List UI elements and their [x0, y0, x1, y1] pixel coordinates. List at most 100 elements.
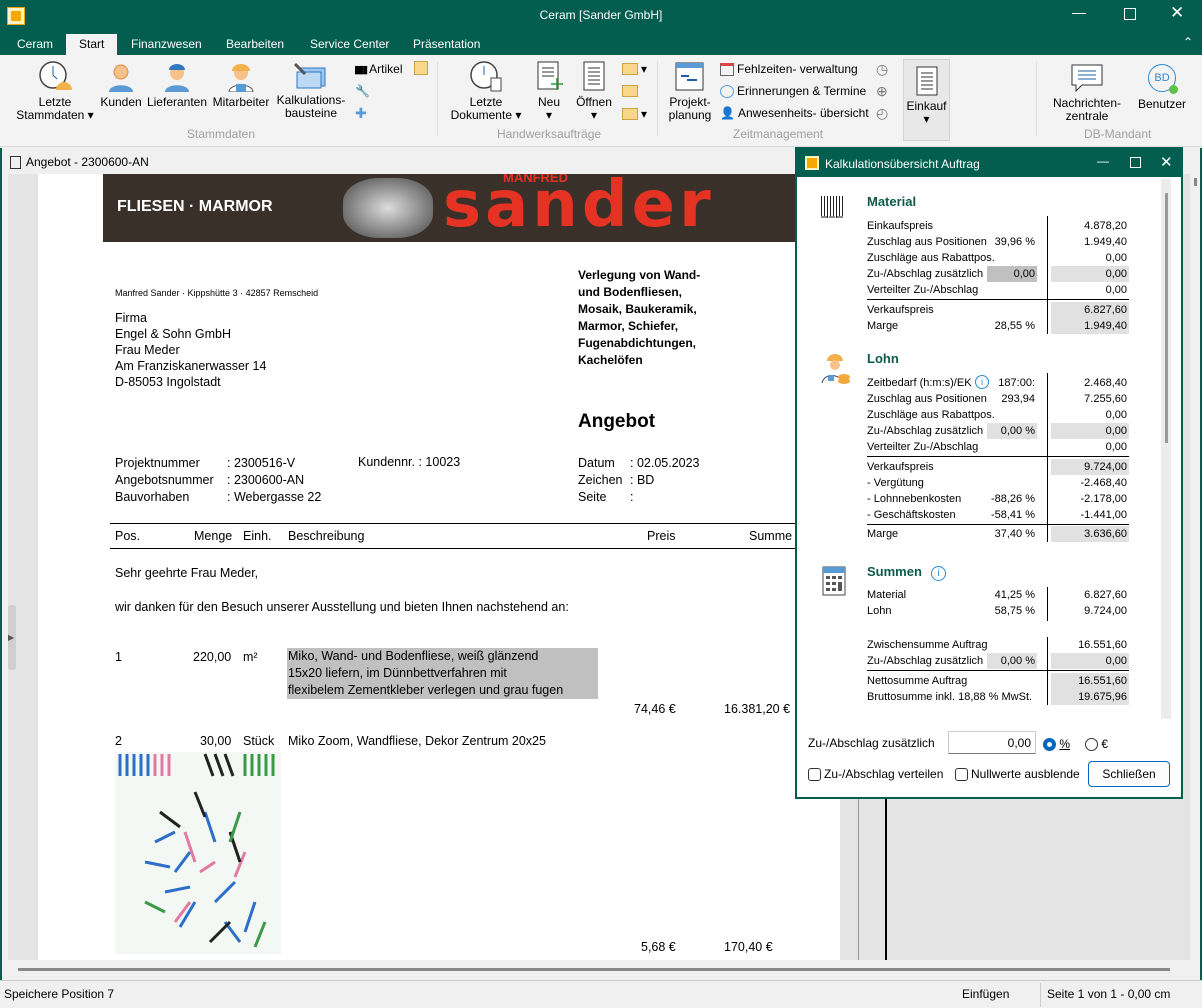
dialog-close-button[interactable]: ✕	[1160, 153, 1173, 171]
app-logo-icon	[805, 156, 819, 170]
folder-search-button[interactable]: ▾	[622, 107, 647, 121]
clock-calendar-icon[interactable]: ◴	[876, 105, 888, 122]
clock-icon[interactable]: ◷	[876, 61, 888, 78]
benutzer-button[interactable]: BD Benutzer	[1134, 64, 1190, 111]
calc-row: Bruttosumme inkl. 18,88 % MwSt. 19.675,96	[867, 689, 1129, 705]
radio-percent[interactable]: %	[1043, 737, 1070, 752]
calc-label: Marge	[867, 528, 899, 540]
nachrichtenzentrale-button[interactable]: Nachrichten-zentrale	[1048, 63, 1126, 123]
oeffnen-button[interactable]: Öffnen ▾	[574, 60, 614, 122]
kunden-button[interactable]: Kunden	[98, 62, 144, 109]
description-line: 15x20 liefern, im Dünnbettverfahren mit	[288, 666, 507, 680]
recipient-address: Firma Engel & Sohn GmbH Frau Meder Am Fr…	[115, 310, 266, 390]
kundennr: Kundennr. : 10023	[358, 455, 461, 469]
label: Benutzer	[1137, 97, 1187, 111]
calc-label: Zu-/Abschlag zusätzlich	[867, 655, 984, 667]
row-divider	[867, 670, 1129, 671]
adjustment-input[interactable]	[948, 731, 1036, 754]
radio-selected-icon	[1043, 738, 1056, 752]
item-menge: 220,00	[193, 650, 232, 664]
kalkulationsbausteine-button[interactable]: Kalkulations-bausteine	[272, 60, 350, 120]
checkbox-verteilen[interactable]: Zu-/Abschlag verteilen	[808, 767, 943, 782]
customer-icon	[109, 64, 133, 92]
dialog-minimize-button[interactable]: —	[1097, 154, 1109, 168]
calc-label: Zu-/Abschlag zusätzlich	[867, 425, 984, 437]
calc-value: 9.724,00	[1084, 605, 1127, 617]
item-description: Miko Zoom, Wandfliese, Dekor Zentrum 20x…	[288, 734, 546, 748]
person-icon: 👤	[720, 106, 735, 120]
calc-percent: 0,00 %	[987, 423, 1037, 439]
meta-value: : BD	[630, 473, 655, 487]
meta-value: : 2300516-V	[227, 456, 296, 470]
einkauf-button[interactable]: Einkauf ▾	[903, 59, 950, 141]
letzte-stammdaten-button[interactable]: Letzte Stammdaten ▾	[10, 60, 100, 122]
import-folder-button[interactable]: ▾	[622, 62, 647, 76]
calc-percent: 0,00	[987, 266, 1037, 282]
calc-row: Marge 28,55 % 1.949,40	[867, 318, 1129, 334]
item-description[interactable]: Miko, Wand- und Bodenfliese, weiß glänze…	[287, 648, 598, 699]
item-preis: 74,46 €	[634, 702, 676, 716]
letzte-dokumente-button[interactable]: Letzte Dokumente ▾	[448, 60, 524, 122]
document-page[interactable]: FLIESEN · MARMOR MANFRED sander Manfred …	[38, 174, 840, 960]
erinnerungen-button[interactable]: Erinnerungen & Termine	[720, 84, 866, 98]
scrollbar-thumb[interactable]	[1164, 193, 1168, 443]
neu-button[interactable]: Neu ▾	[532, 60, 566, 122]
calc-row: Einkaufspreis 4.878,20	[867, 218, 1129, 234]
status-divider	[1040, 983, 1041, 1007]
info-icon[interactable]: i	[931, 566, 946, 581]
tab-bearbeiten[interactable]: Bearbeiten	[213, 34, 297, 55]
scrollbar-thumb[interactable]	[1193, 178, 1197, 186]
mitarbeiter-button[interactable]: Mitarbeiter	[210, 62, 272, 109]
tagline-line: Fugenabdichtungen,	[578, 336, 696, 350]
group-label-db-mandant: DB-Mandant	[1084, 127, 1152, 141]
calc-value: 0,00	[1105, 409, 1127, 421]
radio-unselected-icon	[1085, 738, 1098, 752]
close-button[interactable]: ✕	[1170, 3, 1184, 23]
puzzle-icon[interactable]: ✚	[355, 105, 367, 122]
radio-euro[interactable]: €	[1085, 737, 1109, 752]
info-icon[interactable]: i	[975, 375, 989, 389]
scrollbar-thumb[interactable]	[18, 968, 1170, 971]
maximize-button[interactable]	[1124, 8, 1136, 20]
clock-document-icon	[470, 61, 502, 92]
lieferanten-button[interactable]: Lieferanten	[145, 62, 209, 109]
copy-icon[interactable]	[414, 61, 428, 75]
globe-icon[interactable]: ⊕	[876, 83, 888, 100]
schliessen-button[interactable]: Schließen	[1088, 761, 1170, 787]
horizontal-scrollbar[interactable]	[8, 960, 1190, 980]
tab-praesentation[interactable]: Präsentation	[400, 34, 493, 55]
side-panel-handle[interactable]: ▶	[8, 605, 16, 670]
fehlzeiten-button[interactable]: Fehlzeiten- verwaltung	[720, 62, 858, 76]
tab-ceram[interactable]: Ceram	[4, 34, 66, 55]
collapse-ribbon-icon[interactable]: ⌃	[1183, 35, 1193, 49]
meta-key: Angebotsnummer	[115, 473, 214, 487]
minimize-button[interactable]: —	[1072, 4, 1096, 20]
tools-icon[interactable]: 🔧	[355, 84, 370, 98]
calc-row: Zuschlag aus Positionen 39,96 % 1.949,40	[867, 234, 1129, 250]
label: Artikel	[369, 62, 403, 76]
artikel-button[interactable]: ▮▮▮ Artikel	[354, 62, 403, 76]
calc-value: 1.949,40	[1084, 236, 1127, 248]
gantt-icon	[675, 62, 704, 91]
address-line: Engel & Sohn GmbH	[115, 327, 232, 341]
tab-service-center[interactable]: Service Center	[297, 34, 402, 55]
checkbox-nullwerte[interactable]: Nullwerte ausblende	[955, 767, 1080, 782]
calc-value: 0,00	[1105, 284, 1127, 296]
dialog-scrollbar[interactable]	[1161, 179, 1171, 719]
tab-finanzwesen[interactable]: Finanzwesen	[118, 34, 215, 55]
projektplanung-button[interactable]: Projekt-planung	[664, 62, 716, 122]
anwesenheit-button[interactable]: 👤 Anwesenheits- übersicht	[720, 106, 869, 120]
group-label-stammdaten: Stammdaten	[187, 127, 256, 141]
folder-button[interactable]	[622, 85, 638, 97]
status-bar: Speichere Position 7 Einfügen Seite 1 vo…	[0, 980, 1202, 1008]
tab-start[interactable]: Start	[66, 34, 118, 55]
vertical-scrollbar[interactable]	[1190, 174, 1200, 960]
calc-label: Marge	[867, 320, 899, 332]
tagline-line: und Bodenfliesen,	[578, 285, 683, 299]
dialog-maximize-button[interactable]	[1130, 157, 1141, 168]
calc-row: Zeitbedarf (h:m:s)/EK 187:00: 2.468,40	[867, 375, 1129, 391]
label: Öffnen	[576, 95, 612, 109]
tools-folder-icon	[293, 62, 326, 89]
dialog-title-bar: Kalkulationsübersicht Auftrag — ✕	[797, 149, 1181, 177]
radio-label: €	[1101, 737, 1109, 751]
